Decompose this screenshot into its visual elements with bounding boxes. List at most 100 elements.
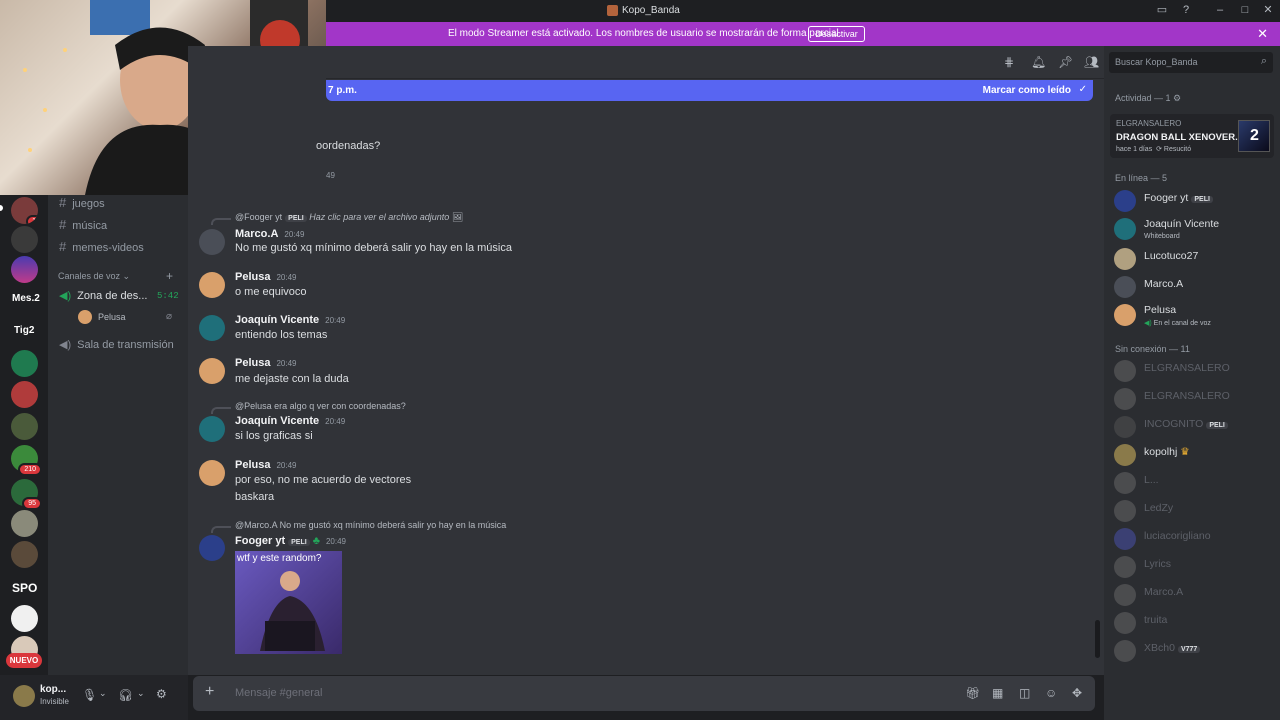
minimize-icon[interactable]: –	[1214, 4, 1226, 16]
member-item[interactable]: L...	[1114, 470, 1274, 494]
sticker-icon[interactable]: ◫	[1019, 686, 1030, 700]
member-item[interactable]: ELGRANSALERO	[1114, 358, 1274, 382]
avatar[interactable]	[199, 229, 225, 255]
message-author[interactable]: Joaquín Vicente 20:49	[235, 314, 345, 326]
channel-juegos[interactable]: # juegos	[59, 195, 105, 210]
reply-text: Haz clic para ver el archivo adjunto	[309, 212, 450, 222]
channel-label: memes-videos	[72, 242, 144, 254]
channel-memes-videos[interactable]: # memes-videos	[59, 239, 144, 254]
new-badge[interactable]: NUEVO	[6, 653, 42, 668]
channel-header: ⋕ 🔔︎ 📌︎ 👥︎	[326, 46, 1104, 79]
member-item[interactable]: luciacorigliano	[1114, 526, 1274, 550]
help-icon[interactable]: ?	[1180, 4, 1192, 16]
server-icon-mes2[interactable]: Mes.2	[12, 293, 40, 304]
channel-musica[interactable]: # música	[59, 217, 107, 232]
role-tag: PELI	[285, 215, 307, 222]
reply-text: era algo q ver con coordenadas?	[274, 401, 406, 411]
chevron-down-icon[interactable]: ⌄	[137, 688, 145, 699]
pin-icon[interactable]: 📌︎	[1058, 55, 1073, 69]
server-icon-14[interactable]	[11, 605, 38, 632]
avatar[interactable]	[13, 685, 35, 707]
server-icon-9[interactable]: 210	[11, 445, 42, 476]
message-text: baskara	[235, 491, 275, 503]
voice-channel-sala[interactable]: ◀) Sala de transmisión	[59, 338, 174, 351]
server-icon-3[interactable]	[11, 256, 38, 283]
scrollbar[interactable]	[1095, 620, 1100, 658]
server-icon-7[interactable]	[11, 381, 38, 408]
server-icon-spo[interactable]: SPO	[12, 581, 37, 595]
gear-icon[interactable]: ⚙	[156, 687, 167, 701]
members-icon[interactable]: 👥︎	[1084, 55, 1099, 69]
bell-icon[interactable]: 🔔︎	[1031, 55, 1046, 69]
user-name: kop...	[40, 684, 67, 695]
new-messages-bar[interactable]: 7 p.m. Marcar como leído ✓	[326, 80, 1093, 101]
message-composer[interactable]: + Mensaje #general 🎁︎ ▦ ◫ ☺ ✥	[193, 676, 1095, 711]
message-author[interactable]: Marco.A 20:49	[235, 228, 304, 240]
microphone-icon[interactable]: 🎙︎	[82, 688, 97, 702]
server-icon-10[interactable]: 95	[11, 479, 42, 510]
timestamp: 20:49	[325, 316, 346, 325]
voice-category[interactable]: Canales de voz ⌄	[58, 271, 130, 282]
member-item[interactable]: ELGRANSALERO	[1114, 386, 1274, 410]
server-icon-8[interactable]	[11, 413, 38, 440]
member-item[interactable]: Marco.A	[1114, 274, 1274, 298]
avatar[interactable]	[199, 315, 225, 341]
add-channel-icon[interactable]: +	[166, 269, 173, 283]
apps-icon[interactable]: ✥	[1072, 686, 1082, 700]
reply-preview[interactable]: @Pelusa era algo q ver con coordenadas?	[235, 401, 406, 411]
attach-plus-icon[interactable]: +	[205, 683, 214, 701]
server-icon-6[interactable]	[11, 350, 38, 377]
inbox-icon[interactable]: ▭	[1156, 4, 1168, 16]
server-icon-2[interactable]	[11, 226, 38, 253]
deactivate-streamer-button[interactable]: Desactivar	[808, 26, 865, 42]
member-item[interactable]: INCOGNITO PELI	[1114, 414, 1274, 438]
reply-preview[interactable]: @Marco.A No me gustó xq mínimo deberá sa…	[235, 520, 506, 530]
maximize-icon[interactable]: □	[1239, 4, 1251, 16]
activity-user: ELGRANSALERO	[1116, 119, 1182, 128]
search-input[interactable]: Buscar Kopo_Banda ⌕	[1109, 52, 1273, 73]
reply-preview[interactable]: @Fooger yt PELI Haz clic para ver el arch…	[235, 212, 463, 223]
message-author[interactable]: Joaquín Vicente 20:49	[235, 415, 345, 427]
avatar[interactable]	[199, 535, 225, 561]
threads-icon[interactable]: ⋕	[1004, 55, 1014, 69]
avatar[interactable]	[199, 272, 225, 298]
member-item[interactable]: Pelusa ◀) En el canal de voz	[1114, 302, 1274, 327]
headphones-icon[interactable]: 🎧︎	[118, 688, 133, 702]
close-banner-icon[interactable]: ✕	[1257, 26, 1268, 42]
message-author[interactable]: Fooger yt PELI ♣ 20:49	[235, 535, 346, 547]
emoji-icon[interactable]: ☺	[1045, 686, 1057, 700]
voice-member-name[interactable]: Pelusa	[98, 312, 126, 322]
member-item[interactable]: Fooger yt PELI	[1114, 188, 1274, 212]
voice-channel-zona[interactable]: ◀) Zona de des...	[59, 289, 147, 302]
member-item[interactable]: Joaquín Vicente Whiteboard	[1114, 216, 1274, 240]
server-icon-1[interactable]: 1	[11, 197, 38, 224]
gift-icon[interactable]: 🎁︎	[965, 686, 980, 700]
avatar[interactable]	[199, 416, 225, 442]
member-item[interactable]: Lyrics	[1114, 554, 1274, 578]
gif-icon[interactable]: ▦	[992, 686, 1003, 700]
member-item[interactable]: kopolhj ♛	[1114, 442, 1274, 466]
server-icon-12[interactable]	[11, 541, 38, 568]
channel-list: # juegos # música # memes-videos Canales de…	[48, 195, 188, 675]
server-icon-11[interactable]	[11, 510, 38, 537]
member-item[interactable]: XBch0 V777	[1114, 638, 1274, 662]
member-item[interactable]: Lucotuco27	[1114, 246, 1274, 270]
message-image[interactable]: wtf y este random?	[235, 551, 342, 654]
chevron-down-icon[interactable]: ⌄	[99, 688, 107, 699]
hash-icon: #	[59, 217, 67, 232]
member-item[interactable]: truita	[1114, 610, 1274, 634]
close-window-icon[interactable]: ✕	[1262, 4, 1274, 16]
activity-card[interactable]: ELGRANSALERO DRAGON BALL XENOVER... hace…	[1110, 114, 1274, 158]
mark-as-read-button[interactable]: Marcar como leído	[983, 85, 1071, 96]
member-item[interactable]: LedZy	[1114, 498, 1274, 522]
reply-connector	[211, 407, 231, 414]
message-author[interactable]: Pelusa 20:49	[235, 271, 297, 283]
message-author[interactable]: Pelusa 20:49	[235, 459, 297, 471]
avatar[interactable]	[199, 460, 225, 486]
message-author[interactable]: Pelusa 20:49	[235, 357, 297, 369]
server-icon-tig2[interactable]: Tig2	[14, 325, 34, 336]
message-input[interactable]: Mensaje #general	[235, 687, 322, 699]
member-item[interactable]: Marco.A	[1114, 582, 1274, 606]
reply-user: @Marco.A	[235, 520, 278, 530]
avatar[interactable]	[199, 358, 225, 384]
